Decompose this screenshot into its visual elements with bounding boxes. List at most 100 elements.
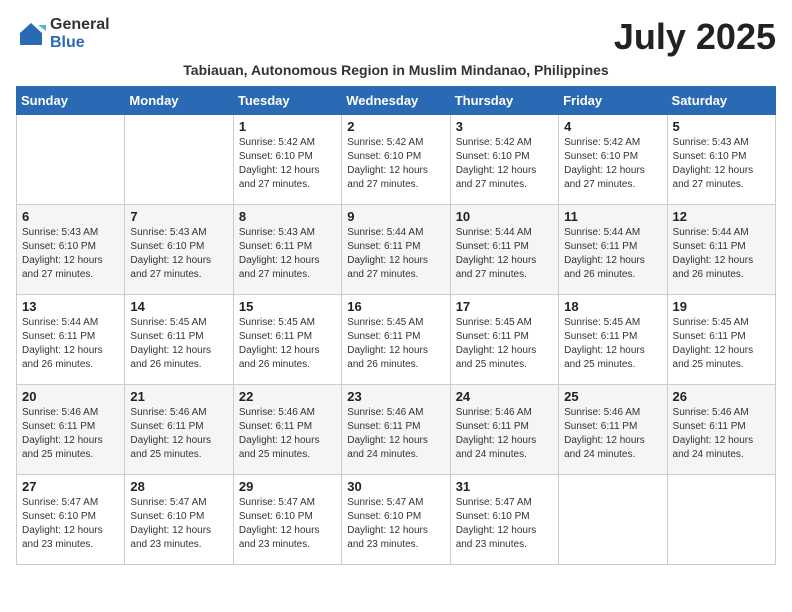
header-saturday: Saturday bbox=[667, 87, 775, 115]
week-row-4: 27 Sunrise: 5:47 AM Sunset: 6:10 PM Dayli… bbox=[17, 475, 776, 565]
day-cell: 7 Sunrise: 5:43 AM Sunset: 6:10 PM Daylig… bbox=[125, 205, 233, 295]
day-info: Sunrise: 5:47 AM Sunset: 6:10 PM Dayligh… bbox=[347, 496, 444, 552]
day-info: Sunrise: 5:45 AM Sunset: 6:11 PM Dayligh… bbox=[456, 316, 553, 372]
day-cell bbox=[125, 115, 233, 205]
day-info: Sunrise: 5:44 AM Sunset: 6:11 PM Dayligh… bbox=[564, 226, 661, 282]
day-cell: 19 Sunrise: 5:45 AM Sunset: 6:11 PM Dayli… bbox=[667, 295, 775, 385]
day-number: 3 bbox=[456, 119, 553, 134]
day-info: Sunrise: 5:45 AM Sunset: 6:11 PM Dayligh… bbox=[564, 316, 661, 372]
day-cell: 6Sunrise: 5:43 AM Sunset: 6:10 PM Daylig… bbox=[17, 205, 125, 295]
day-number: 29 bbox=[239, 479, 336, 494]
week-row-3: 20Sunrise: 5:46 AM Sunset: 6:11 PM Dayli… bbox=[17, 385, 776, 475]
day-info: Sunrise: 5:45 AM Sunset: 6:11 PM Dayligh… bbox=[673, 316, 770, 372]
day-cell: 20Sunrise: 5:46 AM Sunset: 6:11 PM Dayli… bbox=[17, 385, 125, 475]
day-number: 5 bbox=[673, 119, 770, 134]
day-info: Sunrise: 5:46 AM Sunset: 6:11 PM Dayligh… bbox=[239, 406, 336, 462]
day-number: 11 bbox=[564, 209, 661, 224]
day-number: 27 bbox=[22, 479, 119, 494]
day-number: 7 bbox=[130, 209, 227, 224]
day-cell: 2 Sunrise: 5:42 AM Sunset: 6:10 PM Daylig… bbox=[342, 115, 450, 205]
day-cell: 26 Sunrise: 5:46 AM Sunset: 6:11 PM Dayli… bbox=[667, 385, 775, 475]
day-cell: 18 Sunrise: 5:45 AM Sunset: 6:11 PM Dayli… bbox=[559, 295, 667, 385]
day-info: Sunrise: 5:42 AM Sunset: 6:10 PM Dayligh… bbox=[347, 136, 444, 192]
logo-icon bbox=[16, 19, 46, 49]
day-cell: 25 Sunrise: 5:46 AM Sunset: 6:11 PM Dayli… bbox=[559, 385, 667, 475]
day-cell: 9 Sunrise: 5:44 AM Sunset: 6:11 PM Daylig… bbox=[342, 205, 450, 295]
header: General Blue July 2025 bbox=[16, 16, 776, 58]
day-number: 30 bbox=[347, 479, 444, 494]
day-number: 2 bbox=[347, 119, 444, 134]
header-monday: Monday bbox=[125, 87, 233, 115]
day-number: 18 bbox=[564, 299, 661, 314]
day-cell: 10Sunrise: 5:44 AM Sunset: 6:11 PM Dayli… bbox=[450, 205, 558, 295]
day-info: Sunrise: 5:44 AM Sunset: 6:11 PM Dayligh… bbox=[22, 316, 119, 372]
day-cell: 31Sunrise: 5:47 AM Sunset: 6:10 PM Dayli… bbox=[450, 475, 558, 565]
day-info: Sunrise: 5:42 AM Sunset: 6:10 PM Dayligh… bbox=[456, 136, 553, 192]
day-cell: 1Sunrise: 5:42 AM Sunset: 6:10 PM Daylig… bbox=[233, 115, 341, 205]
day-number: 9 bbox=[347, 209, 444, 224]
day-cell: 5 Sunrise: 5:43 AM Sunset: 6:10 PM Daylig… bbox=[667, 115, 775, 205]
day-info: Sunrise: 5:44 AM Sunset: 6:11 PM Dayligh… bbox=[347, 226, 444, 282]
logo-general-text: General bbox=[50, 16, 110, 34]
day-cell: 21Sunrise: 5:46 AM Sunset: 6:11 PM Dayli… bbox=[125, 385, 233, 475]
header-row: SundayMondayTuesdayWednesdayThursdayFrid… bbox=[17, 87, 776, 115]
day-cell: 8 Sunrise: 5:43 AM Sunset: 6:11 PM Daylig… bbox=[233, 205, 341, 295]
day-info: Sunrise: 5:47 AM Sunset: 6:10 PM Dayligh… bbox=[22, 496, 119, 552]
calendar-header: SundayMondayTuesdayWednesdayThursdayFrid… bbox=[17, 87, 776, 115]
day-info: Sunrise: 5:46 AM Sunset: 6:11 PM Dayligh… bbox=[130, 406, 227, 462]
logo-blue-text: Blue bbox=[50, 34, 110, 52]
day-cell: 12Sunrise: 5:44 AM Sunset: 6:11 PM Dayli… bbox=[667, 205, 775, 295]
day-cell: 29 Sunrise: 5:47 AM Sunset: 6:10 PM Dayli… bbox=[233, 475, 341, 565]
day-info: Sunrise: 5:46 AM Sunset: 6:11 PM Dayligh… bbox=[564, 406, 661, 462]
day-number: 1 bbox=[239, 119, 336, 134]
day-number: 8 bbox=[239, 209, 336, 224]
day-info: Sunrise: 5:43 AM Sunset: 6:10 PM Dayligh… bbox=[673, 136, 770, 192]
day-info: Sunrise: 5:43 AM Sunset: 6:10 PM Dayligh… bbox=[130, 226, 227, 282]
day-cell: 27 Sunrise: 5:47 AM Sunset: 6:10 PM Dayli… bbox=[17, 475, 125, 565]
month-title: July 2025 bbox=[614, 16, 776, 58]
week-row-2: 13 Sunrise: 5:44 AM Sunset: 6:11 PM Dayli… bbox=[17, 295, 776, 385]
logo: General Blue bbox=[16, 16, 110, 51]
header-thursday: Thursday bbox=[450, 87, 558, 115]
header-sunday: Sunday bbox=[17, 87, 125, 115]
header-friday: Friday bbox=[559, 87, 667, 115]
logo-text: General Blue bbox=[50, 16, 110, 51]
location-subtitle: Tabiauan, Autonomous Region in Muslim Mi… bbox=[16, 62, 776, 78]
day-info: Sunrise: 5:46 AM Sunset: 6:11 PM Dayligh… bbox=[673, 406, 770, 462]
header-wednesday: Wednesday bbox=[342, 87, 450, 115]
day-number: 26 bbox=[673, 389, 770, 404]
day-info: Sunrise: 5:45 AM Sunset: 6:11 PM Dayligh… bbox=[239, 316, 336, 372]
day-info: Sunrise: 5:47 AM Sunset: 6:10 PM Dayligh… bbox=[239, 496, 336, 552]
day-info: Sunrise: 5:46 AM Sunset: 6:11 PM Dayligh… bbox=[347, 406, 444, 462]
day-cell: 24Sunrise: 5:46 AM Sunset: 6:11 PM Dayli… bbox=[450, 385, 558, 475]
day-number: 4 bbox=[564, 119, 661, 134]
day-info: Sunrise: 5:45 AM Sunset: 6:11 PM Dayligh… bbox=[347, 316, 444, 372]
day-cell bbox=[559, 475, 667, 565]
day-number: 31 bbox=[456, 479, 553, 494]
day-info: Sunrise: 5:42 AM Sunset: 6:10 PM Dayligh… bbox=[564, 136, 661, 192]
day-number: 19 bbox=[673, 299, 770, 314]
day-info: Sunrise: 5:43 AM Sunset: 6:11 PM Dayligh… bbox=[239, 226, 336, 282]
day-number: 25 bbox=[564, 389, 661, 404]
day-number: 16 bbox=[347, 299, 444, 314]
day-cell: 13 Sunrise: 5:44 AM Sunset: 6:11 PM Dayli… bbox=[17, 295, 125, 385]
header-tuesday: Tuesday bbox=[233, 87, 341, 115]
day-number: 22 bbox=[239, 389, 336, 404]
day-cell: 15 Sunrise: 5:45 AM Sunset: 6:11 PM Dayli… bbox=[233, 295, 341, 385]
day-cell: 4 Sunrise: 5:42 AM Sunset: 6:10 PM Daylig… bbox=[559, 115, 667, 205]
day-cell bbox=[17, 115, 125, 205]
day-number: 15 bbox=[239, 299, 336, 314]
day-number: 14 bbox=[130, 299, 227, 314]
day-number: 17 bbox=[456, 299, 553, 314]
day-number: 23 bbox=[347, 389, 444, 404]
week-row-1: 6Sunrise: 5:43 AM Sunset: 6:10 PM Daylig… bbox=[17, 205, 776, 295]
day-cell: 28Sunrise: 5:47 AM Sunset: 6:10 PM Dayli… bbox=[125, 475, 233, 565]
day-cell bbox=[667, 475, 775, 565]
day-cell: 11 Sunrise: 5:44 AM Sunset: 6:11 PM Dayli… bbox=[559, 205, 667, 295]
day-info: Sunrise: 5:44 AM Sunset: 6:11 PM Dayligh… bbox=[673, 226, 770, 282]
day-info: Sunrise: 5:46 AM Sunset: 6:11 PM Dayligh… bbox=[456, 406, 553, 462]
week-row-0: 1 Sunrise: 5:42 AM Sunset: 6:10 PM Daylig… bbox=[17, 115, 776, 205]
day-info: Sunrise: 5:46 AM Sunset: 6:11 PM Dayligh… bbox=[22, 406, 119, 462]
day-cell: 30 Sunrise: 5:47 AM Sunset: 6:10 PM Dayli… bbox=[342, 475, 450, 565]
day-number: 13 bbox=[22, 299, 119, 314]
